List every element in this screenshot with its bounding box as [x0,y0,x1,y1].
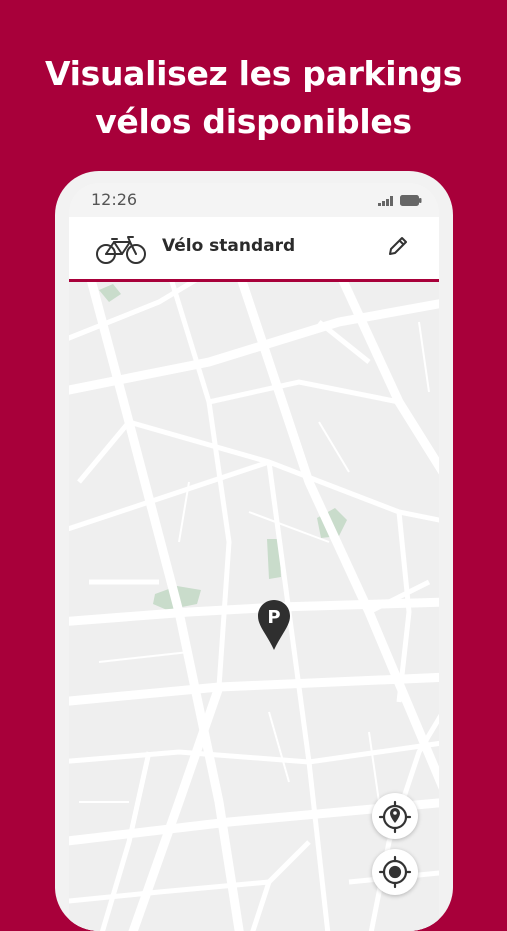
phone-screen: 12:26 Vélo standard P [69,183,439,931]
signal-icon [378,196,393,206]
parking-marker-icon[interactable]: P [257,599,291,651]
pencil-icon[interactable] [387,235,409,257]
parking-marker-label: P [267,607,280,628]
locate-parking-button[interactable] [372,793,418,839]
location-target-icon [378,800,412,834]
app-bar-title: Vélo standard [162,236,296,256]
app-bar: Vélo standard [69,217,439,282]
status-bar: 12:26 [69,183,439,217]
promo-line-1: Visualisez les parkings [44,54,463,93]
crosshair-icon [378,855,412,889]
map-view[interactable]: P [69,282,439,931]
recenter-button[interactable] [372,849,418,895]
bicycle-icon[interactable] [96,235,146,265]
phone-frame: 12:26 Vélo standard P [55,171,453,931]
promo-line-2: vélos disponibles [95,102,412,141]
status-time: 12:26 [91,190,138,209]
battery-icon [400,195,422,206]
promo-headline: Visualisez les parkings vélos disponible… [0,50,507,146]
